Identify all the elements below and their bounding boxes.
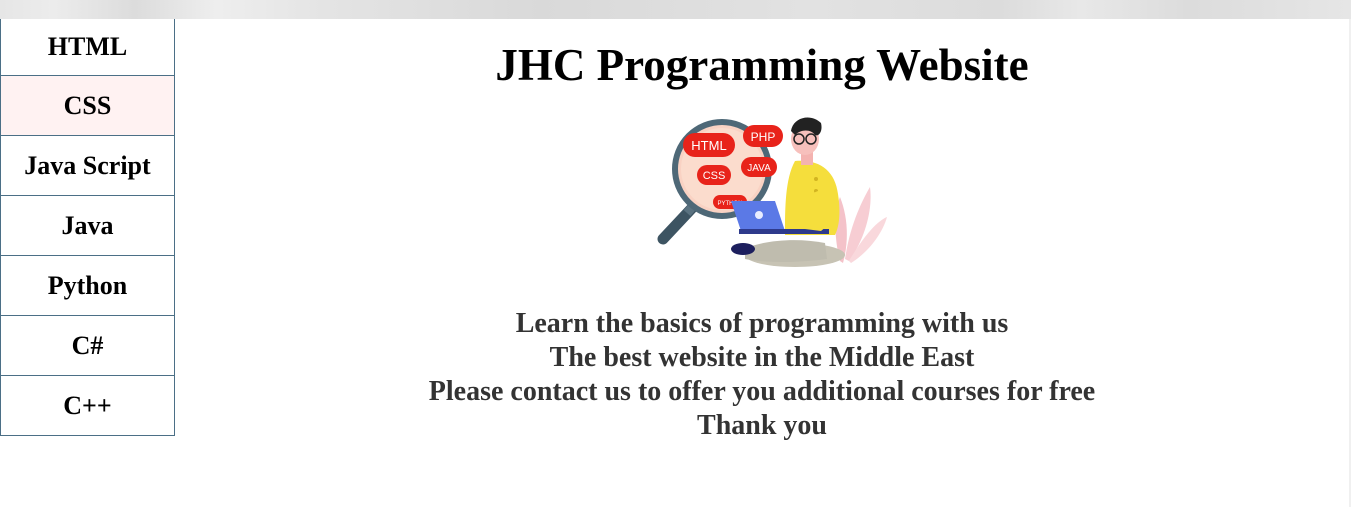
bubble-html: HTML [683,133,735,157]
svg-text:JAVA: JAVA [747,163,771,174]
leaf-decoration [835,187,887,263]
svg-text:HTML: HTML [691,138,726,153]
sidebar-item-javascript[interactable]: Java Script [0,136,175,196]
svg-text:PHP: PHP [751,130,776,144]
sidebar-item-cpp[interactable]: C++ [0,376,175,436]
sidebar-item-css[interactable]: CSS [0,76,175,136]
intro-line-2: The best website in the Middle East [549,342,975,373]
programming-illustration: HTML PHP CSS JAVA PYTHON [657,117,887,267]
page-title: JHC Programming Website [495,40,1029,90]
sidebar-item-python[interactable]: Python [0,256,175,316]
intro-line-3: Please contact us to offer you additiona… [428,376,1096,407]
intro-line-4: Thank you [697,410,827,441]
intro-line-1: Learn the basics of programming with us [515,308,1009,339]
intro-text: Learn the basics of programming with us … [175,307,1349,443]
svg-text:CSS: CSS [703,170,726,182]
sidebar-item-html[interactable]: HTML [0,19,175,76]
sidebar-nav: HTML CSS Java Script Java Python C# C++ [0,19,175,436]
sidebar-item-java[interactable]: Java [0,196,175,256]
browser-top-strip [0,0,1351,19]
bubble-css: CSS [697,165,731,185]
bubble-php: PHP [743,125,783,147]
bubble-java: JAVA [741,157,777,177]
sidebar-item-csharp[interactable]: C# [0,316,175,376]
